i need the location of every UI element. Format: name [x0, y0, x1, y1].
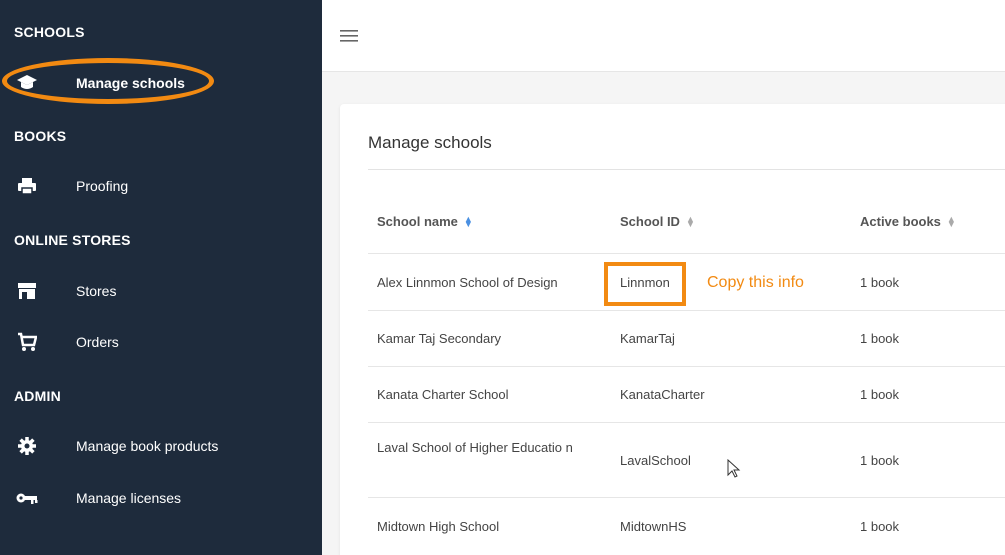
cell-school-id: KamarTaj [620, 331, 675, 346]
schools-card: Manage schools School name ▲ ▼ School ID … [340, 104, 1005, 555]
section-online-stores: ONLINE STORES [14, 232, 131, 248]
sidebar-item-stores[interactable]: Stores [0, 271, 322, 311]
sort-icon: ▲ ▼ [685, 213, 695, 229]
cell-school-id: KanataCharter [620, 387, 705, 402]
sort-icon: ▲ ▼ [946, 213, 956, 229]
cell-active-books: 1 book [860, 275, 900, 290]
printer-icon [16, 175, 38, 197]
sidebar-item-manage-licenses[interactable]: Manage licenses [0, 478, 322, 518]
sidebar-item-manage-book-products[interactable]: Manage book products [0, 426, 322, 466]
sidebar-item-manage-schools[interactable]: Manage schools [0, 63, 322, 103]
cell-active-books: 1 book [860, 453, 900, 468]
section-books: BOOKS [14, 128, 67, 144]
column-label: School name [377, 214, 458, 229]
mouse-cursor-icon [727, 458, 741, 484]
column-header-active-books[interactable]: Active books ▲ ▼ [860, 214, 956, 229]
gear-icon [16, 435, 38, 457]
page-title: Manage schools [368, 133, 492, 152]
cell-school-name: Midtown High School [377, 519, 500, 534]
row-divider [368, 253, 1005, 254]
section-admin: ADMIN [14, 388, 61, 404]
cart-icon [16, 331, 38, 353]
section-schools: SCHOOLS [14, 24, 85, 40]
sidebar-item-label: Manage book products [76, 438, 219, 454]
column-label: School ID [620, 214, 680, 229]
sidebar-item-label: Manage schools [76, 75, 185, 91]
cell-school-id: LavalSchool [620, 453, 691, 468]
column-label: Active books [860, 214, 941, 229]
sidebar-item-label: Stores [76, 283, 117, 299]
divider [368, 169, 1005, 170]
row-divider [368, 310, 1005, 311]
cell-school-name: Laval School of Higher Educatio n [377, 440, 573, 455]
sidebar-item-label: Proofing [76, 178, 129, 194]
cell-school-id: MidtownHS [620, 519, 687, 534]
highlight-box [604, 262, 686, 306]
top-bar [322, 0, 1005, 72]
store-icon [16, 280, 38, 302]
cell-school-name: Kanata Charter School [377, 387, 509, 402]
column-header-school-id[interactable]: School ID ▲ ▼ [620, 214, 695, 229]
cell-active-books: 1 book [860, 387, 900, 402]
row-divider [368, 422, 1005, 423]
sort-icon: ▲ ▼ [463, 213, 473, 229]
key-icon [16, 487, 38, 509]
sidebar-item-label: Manage licenses [76, 490, 182, 506]
graduation-cap-icon [16, 72, 38, 94]
row-divider [368, 366, 1005, 367]
sidebar-item-label: Orders [76, 334, 119, 350]
row-divider [368, 497, 1005, 498]
hamburger-menu-icon[interactable] [340, 29, 358, 43]
cell-school-name: Kamar Taj Secondary [377, 331, 502, 346]
cell-school-name: Alex Linnmon School of Design [377, 275, 558, 290]
annotation-note: Copy this info [707, 274, 804, 291]
sidebar-item-orders[interactable]: Orders [0, 322, 322, 362]
cell-active-books: 1 book [860, 331, 900, 346]
cell-active-books: 1 book [860, 519, 900, 534]
sidebar-item-proofing[interactable]: Proofing [0, 166, 322, 206]
column-header-school-name[interactable]: School name ▲ ▼ [377, 214, 473, 229]
sidebar: SCHOOLS Manage schools BOOKS Proofing ON… [0, 0, 322, 555]
